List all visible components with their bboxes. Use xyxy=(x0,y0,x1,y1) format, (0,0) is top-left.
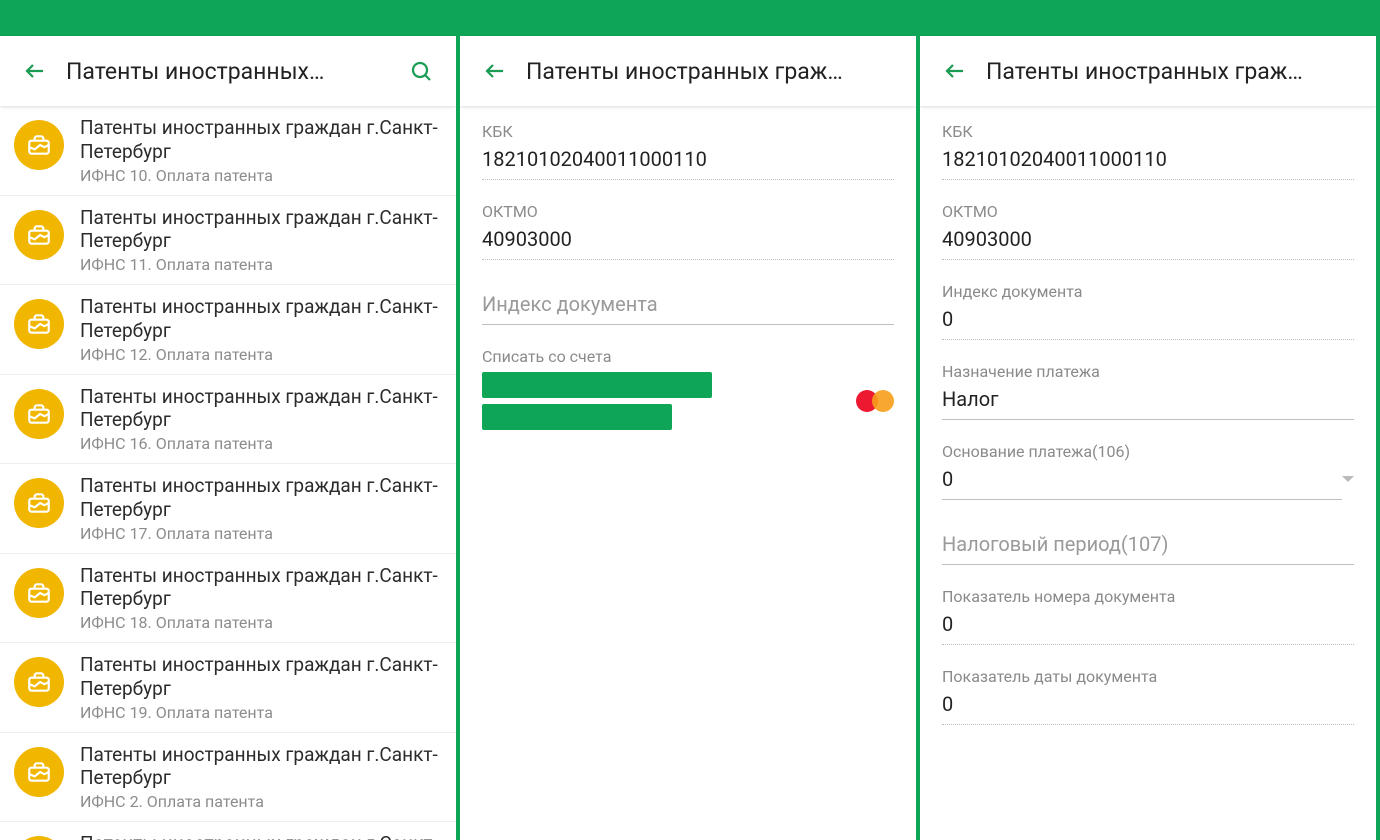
field-label: Показатель даты документа xyxy=(942,667,1354,686)
status-bar xyxy=(920,0,1376,36)
field-label: Индекс документа xyxy=(942,282,1354,301)
chevron-down-icon xyxy=(1342,476,1354,482)
page-title: Патенты иностранных… xyxy=(56,58,400,85)
form-content: КБК 18210102040011000110 ОКТМО 40903000 … xyxy=(460,106,916,840)
screen-form-2: Патенты иностранных граж… КБК 1821010204… xyxy=(920,0,1380,840)
arrow-left-icon xyxy=(23,59,47,83)
list-item-primary: Патенты иностранных граждан г.Санкт-Пете… xyxy=(80,564,442,612)
list-item[interactable]: Патенты иностранных граждан г.Санкт-Пете… xyxy=(0,822,456,840)
mastercard-icon xyxy=(856,389,894,413)
field-label: ОКТМО xyxy=(942,202,1354,221)
list-item[interactable]: Патенты иностранных граждан г.Санкт-Пете… xyxy=(0,375,456,465)
list-item-primary: Патенты иностранных граждан г.Санкт-Пете… xyxy=(80,295,442,343)
field-value: 40903000 xyxy=(942,227,1354,260)
kbk-field[interactable]: КБК 18210102040011000110 xyxy=(482,122,894,180)
page-title: Патенты иностранных граж… xyxy=(516,58,902,85)
field-value: Налог xyxy=(942,387,1354,420)
field-value: 0 xyxy=(942,307,1354,340)
screen-form-1: Патенты иностранных граж… КБК 1821010204… xyxy=(460,0,920,840)
doc-date-field[interactable]: Показатель даты документа 0 xyxy=(942,667,1354,725)
briefcase-icon xyxy=(14,210,64,260)
list-item-secondary: ИФНС 2. Оплата патента xyxy=(80,792,442,811)
page-title: Патенты иностранных граж… xyxy=(976,58,1362,85)
field-value: 0 xyxy=(942,612,1354,645)
field-value: 40903000 xyxy=(482,227,894,260)
card-masked-line-1 xyxy=(482,372,712,398)
briefcase-icon xyxy=(14,657,64,707)
field-value: 18210102040011000110 xyxy=(482,147,894,180)
list-item[interactable]: Патенты иностранных граждан г.Санкт-Пете… xyxy=(0,285,456,375)
card-masked-line-2 xyxy=(482,404,672,430)
list-item-secondary: ИФНС 12. Оплата патента xyxy=(80,345,442,364)
list-item-secondary: ИФНС 16. Оплата патента xyxy=(80,434,442,453)
list-item[interactable]: Патенты иностранных граждан г.Санкт-Пете… xyxy=(0,733,456,823)
field-value: 18210102040011000110 xyxy=(942,147,1354,180)
field-label: КБК xyxy=(482,122,894,141)
list-item-secondary: ИФНС 11. Оплата патента xyxy=(80,255,442,274)
arrow-left-icon xyxy=(943,59,967,83)
search-button[interactable] xyxy=(400,50,442,92)
form-content: КБК 18210102040011000110 ОКТМО 40903000 … xyxy=(920,106,1376,840)
field-placeholder: Налоговый период(107) xyxy=(942,532,1354,565)
briefcase-icon xyxy=(14,389,64,439)
doc-index-field[interactable]: Индекс документа xyxy=(482,292,894,325)
briefcase-icon xyxy=(14,836,64,840)
briefcase-icon xyxy=(14,747,64,797)
field-value: 0 xyxy=(942,467,1342,500)
briefcase-icon xyxy=(14,120,64,170)
list-item-primary: Патенты иностранных граждан г.Санкт-Пете… xyxy=(80,385,442,433)
app-bar: Патенты иностранных… xyxy=(0,36,456,106)
screen-list: Патенты иностранных… Патенты иностранных… xyxy=(0,0,460,840)
list-item[interactable]: Патенты иностранных граждан г.Санкт-Пете… xyxy=(0,106,456,196)
back-button[interactable] xyxy=(14,50,56,92)
briefcase-icon xyxy=(14,568,64,618)
account-field[interactable]: Списать со счета xyxy=(482,347,894,430)
list-item-primary: Патенты иностранных граждан г.Санкт-Пете… xyxy=(80,743,442,791)
arrow-left-icon xyxy=(483,59,507,83)
tax-period-field[interactable]: Налоговый период(107) xyxy=(942,532,1354,565)
list-item-primary: Патенты иностранных граждан г.Санкт-Пете… xyxy=(80,653,442,701)
field-value: 0 xyxy=(942,692,1354,725)
briefcase-icon xyxy=(14,478,64,528)
field-label: КБК xyxy=(942,122,1354,141)
purpose-field[interactable]: Назначение платежа Налог xyxy=(942,362,1354,420)
list-item-secondary: ИФНС 19. Оплата патента xyxy=(80,703,442,722)
field-label: ОКТМО xyxy=(482,202,894,221)
list-item-secondary: ИФНС 17. Оплата патента xyxy=(80,524,442,543)
field-label: Назначение платежа xyxy=(942,362,1354,381)
list-item-primary: Патенты иностранных граждан г.Санкт-Пете… xyxy=(80,116,442,164)
basis-field[interactable]: Основание платежа(106) 0 xyxy=(942,442,1354,500)
status-bar xyxy=(460,0,916,36)
briefcase-icon xyxy=(14,299,64,349)
app-bar: Патенты иностранных граж… xyxy=(460,36,916,106)
list-item-secondary: ИФНС 18. Оплата патента xyxy=(80,613,442,632)
field-label: Показатель номера документа xyxy=(942,587,1354,606)
list-item-primary: Патенты иностранных граждан г.Санкт-Пете… xyxy=(80,474,442,522)
list-item-secondary: ИФНС 10. Оплата патента xyxy=(80,166,442,185)
oktmo-field[interactable]: ОКТМО 40903000 xyxy=(942,202,1354,260)
list-item[interactable]: Патенты иностранных граждан г.Санкт-Пете… xyxy=(0,554,456,644)
doc-number-field[interactable]: Показатель номера документа 0 xyxy=(942,587,1354,645)
services-list[interactable]: Патенты иностранных граждан г.Санкт-Пете… xyxy=(0,106,456,840)
back-button[interactable] xyxy=(934,50,976,92)
field-placeholder: Индекс документа xyxy=(482,292,894,325)
back-button[interactable] xyxy=(474,50,516,92)
list-item-primary: Патенты иностранных граждан г.Санкт-Пете… xyxy=(80,206,442,254)
list-item-primary: Патенты иностранных граждан г.Санкт-Пете… xyxy=(80,832,442,840)
list-item[interactable]: Патенты иностранных граждан г.Санкт-Пете… xyxy=(0,464,456,554)
kbk-field[interactable]: КБК 18210102040011000110 xyxy=(942,122,1354,180)
app-bar: Патенты иностранных граж… xyxy=(920,36,1376,106)
doc-index-field[interactable]: Индекс документа 0 xyxy=(942,282,1354,340)
list-item[interactable]: Патенты иностранных граждан г.Санкт-Пете… xyxy=(0,196,456,286)
oktmo-field[interactable]: ОКТМО 40903000 xyxy=(482,202,894,260)
status-bar xyxy=(0,0,456,36)
field-label: Списать со счета xyxy=(482,347,894,366)
search-icon xyxy=(409,59,433,83)
list-item[interactable]: Патенты иностранных граждан г.Санкт-Пете… xyxy=(0,643,456,733)
field-label: Основание платежа(106) xyxy=(942,442,1354,461)
